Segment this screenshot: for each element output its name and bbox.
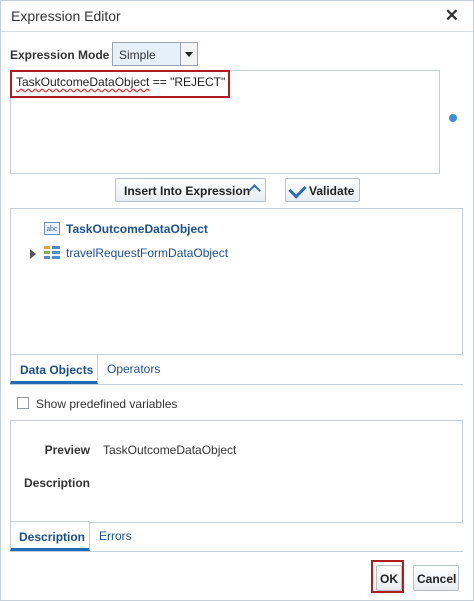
preview-tabs: Description Errors: [10, 521, 463, 552]
close-icon[interactable]: ✕: [445, 6, 459, 26]
validate-button[interactable]: Validate: [285, 178, 360, 202]
description-label: Description: [23, 476, 90, 490]
dialog-title: Expression Editor: [11, 8, 121, 24]
tab-description[interactable]: Description: [10, 521, 90, 551]
tree-tabs: Data Objects Operators: [10, 354, 463, 385]
preview-panel: [10, 420, 463, 523]
data-object-icon: [44, 246, 60, 261]
show-predefined-checkbox[interactable]: [17, 397, 29, 409]
preview-label: Preview: [44, 443, 90, 457]
tab-errors[interactable]: Errors: [90, 521, 148, 551]
expression-highlight: [10, 70, 230, 98]
chevron-up-icon: [248, 184, 261, 197]
ok-highlight: [371, 560, 404, 593]
expression-mode-label: Expression Mode: [10, 48, 110, 62]
expand-triangle-icon[interactable]: [30, 249, 36, 259]
resize-dot-icon[interactable]: [449, 114, 457, 122]
tree-item-label: TaskOutcomeDataObject: [66, 222, 208, 236]
insert-into-expression-button[interactable]: Insert Into Expression: [115, 178, 266, 202]
expression-mode-select[interactable]: Simple: [112, 42, 198, 66]
insert-button-label: Insert Into Expression: [124, 184, 251, 198]
preview-value: TaskOutcomeDataObject: [103, 443, 237, 457]
cancel-button-label: Cancel: [417, 572, 457, 586]
tab-data-objects[interactable]: Data Objects: [10, 354, 98, 384]
tab-operators[interactable]: Operators: [98, 354, 170, 384]
cancel-button[interactable]: Cancel: [413, 565, 459, 591]
checkmark-icon: [288, 180, 307, 199]
title-bar: Expression Editor ✕: [1, 1, 473, 32]
show-predefined-label: Show predefined variables: [36, 397, 178, 411]
expression-mode-value: Simple: [119, 48, 156, 62]
chevron-down-icon[interactable]: [180, 43, 197, 65]
string-type-icon: abc: [44, 222, 60, 235]
validate-button-label: Validate: [309, 184, 355, 198]
tree-item-label: travelRequestFormDataObject: [66, 246, 229, 260]
